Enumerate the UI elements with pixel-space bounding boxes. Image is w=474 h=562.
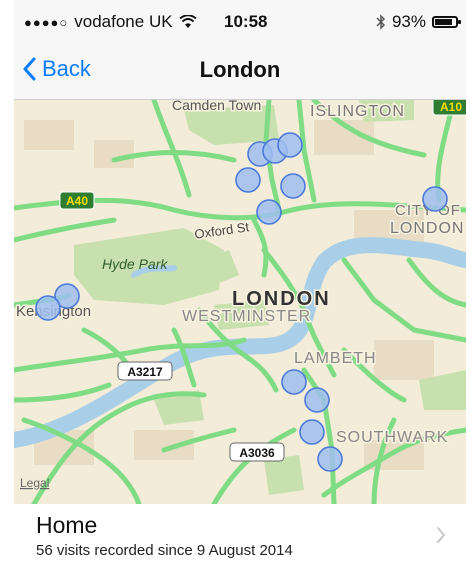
label-islington: ISLINGTON xyxy=(310,103,405,120)
status-bar: ●●●●○ vodafone UK 10:58 93% xyxy=(14,0,466,44)
chevron-right-icon xyxy=(437,527,445,543)
road-shield-a40: A40 xyxy=(59,191,95,210)
place-row[interactable]: Home 56 visits recorded since 9 August 2… xyxy=(14,504,466,562)
visit-marker[interactable] xyxy=(280,173,306,199)
battery-percent: 93% xyxy=(391,12,426,31)
status-time: 10:58 xyxy=(224,12,268,31)
carrier-name: vodafone UK xyxy=(74,12,173,31)
label-southwark: SOUTHWARK xyxy=(336,429,448,446)
visit-marker[interactable] xyxy=(256,199,282,225)
visit-marker[interactable] xyxy=(35,295,61,321)
label-city-london: LONDON xyxy=(390,220,464,237)
status-left: ●●●●○ vodafone UK xyxy=(24,12,197,32)
status-right: 93% xyxy=(376,12,461,32)
wifi-icon xyxy=(178,15,197,28)
label-westminster: WESTMINSTER xyxy=(182,308,311,325)
visit-marker[interactable] xyxy=(422,186,448,212)
map-canvas[interactable]: A10 A40 A3217 A3036 Camden Town ISLINGTO… xyxy=(14,100,466,504)
visit-marker[interactable] xyxy=(277,132,303,158)
label-london: LONDON xyxy=(232,288,331,310)
phone-screen: ●●●●○ vodafone UK 10:58 93% Back London … xyxy=(14,0,466,562)
label-lambeth: LAMBETH xyxy=(294,350,377,367)
label-hyde-park: Hyde Park xyxy=(102,256,168,272)
svg-text:A10: A10 xyxy=(440,100,462,114)
visit-marker[interactable] xyxy=(317,446,343,472)
legal-link[interactable]: Legal xyxy=(20,476,49,490)
battery-icon xyxy=(432,16,461,28)
road-shield-a3217: A3217 xyxy=(117,361,173,381)
battery-fill xyxy=(435,19,452,25)
visits-summary: 56 visits recorded since 9 August 2014 xyxy=(36,542,293,559)
svg-text:A40: A40 xyxy=(66,194,88,208)
nav-title: London xyxy=(199,57,281,82)
svg-text:A3036: A3036 xyxy=(239,446,275,460)
svg-text:A3217: A3217 xyxy=(127,365,163,379)
visit-marker[interactable] xyxy=(235,167,261,193)
road-shield-a10: A10 xyxy=(432,100,466,116)
visit-marker[interactable] xyxy=(304,387,330,413)
signal-strength-icon: ●●●●○ xyxy=(24,14,69,30)
visit-marker[interactable] xyxy=(281,369,307,395)
bluetooth-icon xyxy=(376,14,386,30)
place-name: Home xyxy=(36,512,98,538)
road-shield-a3036: A3036 xyxy=(229,442,285,462)
visit-marker[interactable] xyxy=(299,419,325,445)
map-view[interactable]: A10 A40 A3217 A3036 Camden Town ISLINGTO… xyxy=(14,100,466,504)
label-camden-town: Camden Town xyxy=(172,100,261,113)
navigation-bar: Back London xyxy=(14,44,466,100)
